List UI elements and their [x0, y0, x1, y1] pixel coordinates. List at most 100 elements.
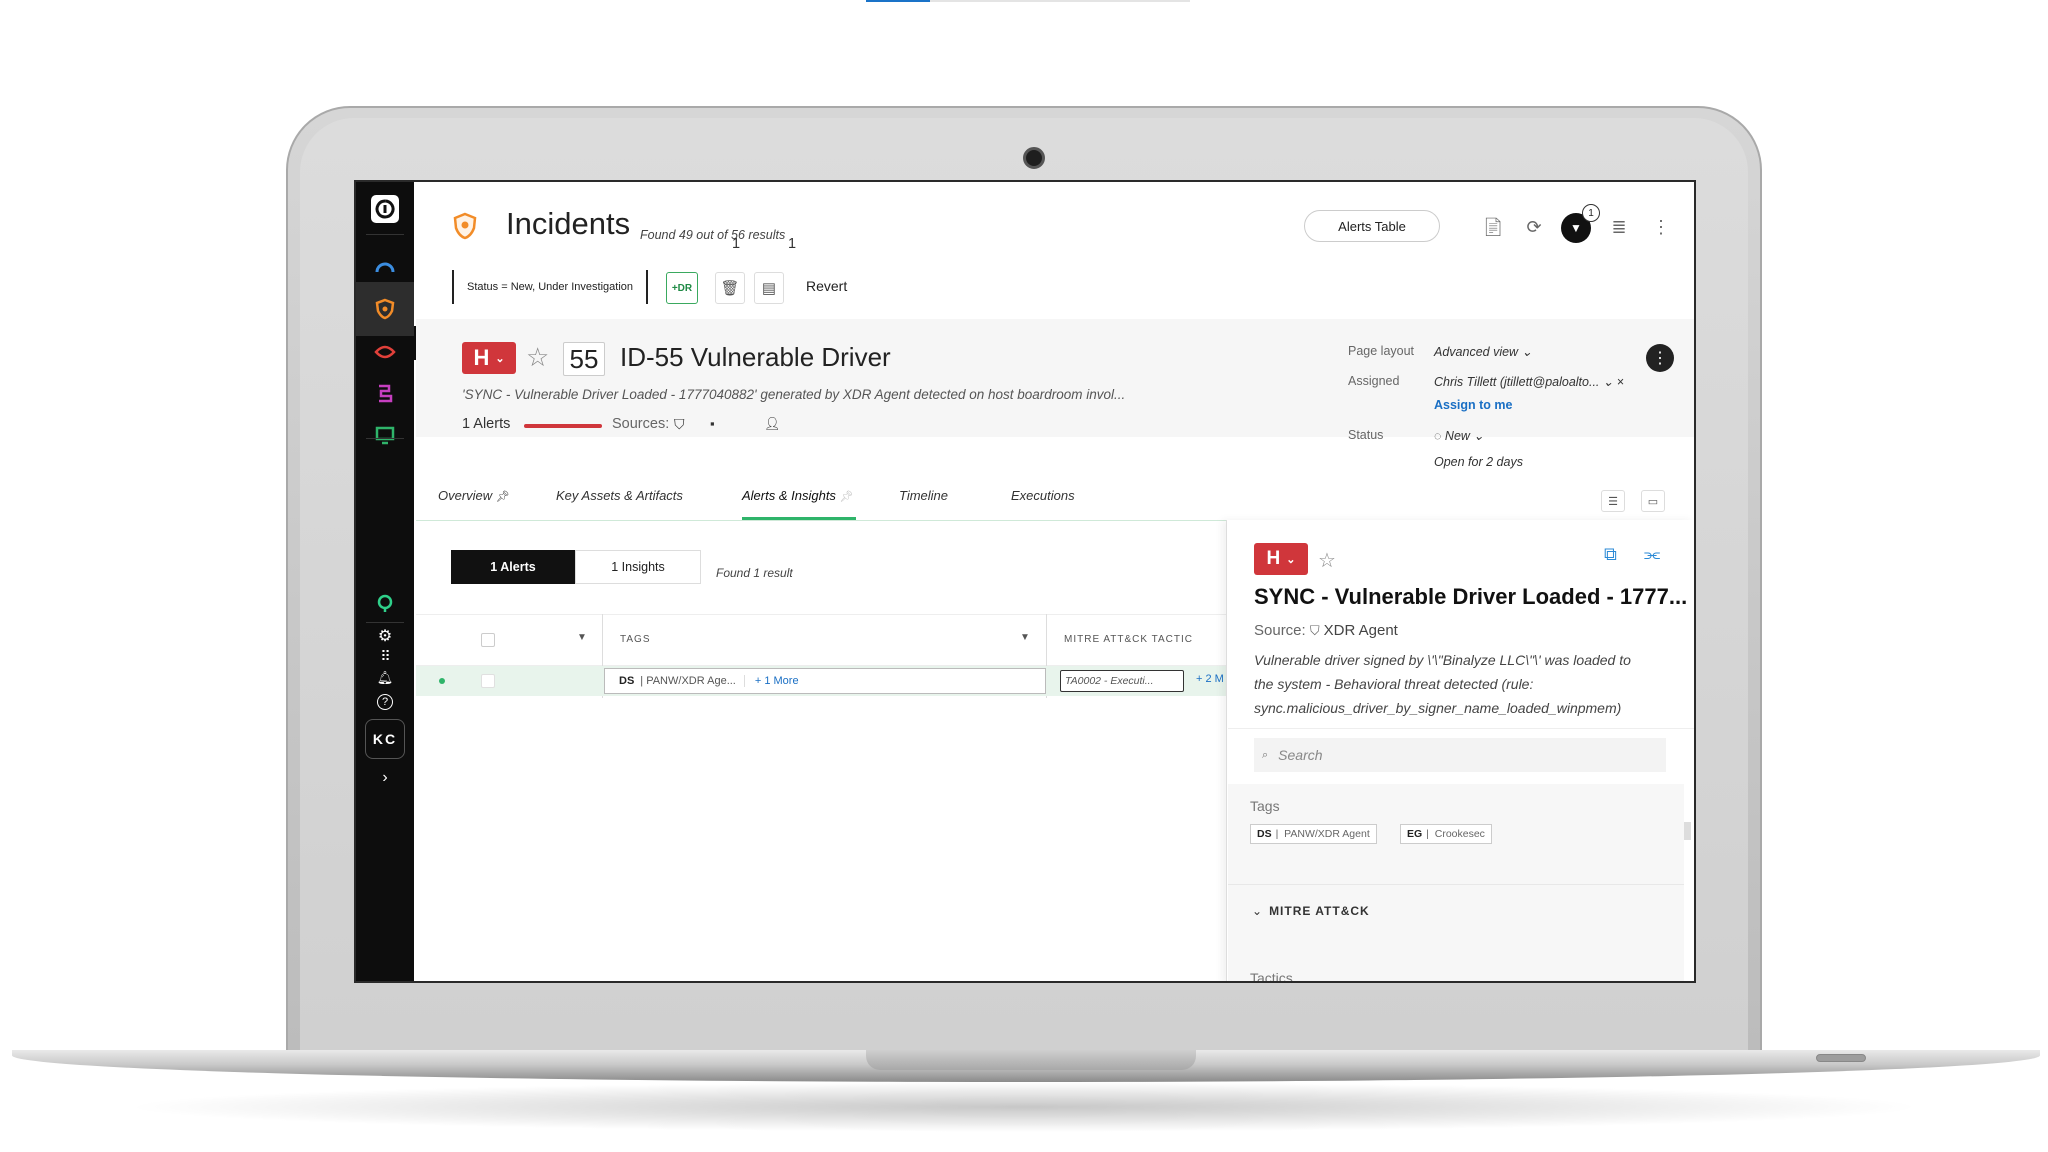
close-icon[interactable]: × — [1617, 375, 1624, 389]
filter-icon[interactable]: ▼ — [577, 632, 587, 643]
assign-to-me-link[interactable]: Assign to me — [1434, 398, 1513, 412]
tag-value: PANW/XDR Age... — [646, 675, 736, 687]
panel-severity-dropdown[interactable]: H ⌄ — [1254, 543, 1308, 575]
panel-scrollbar[interactable] — [1684, 822, 1691, 840]
panel-tag-chip: EG | Crookesec — [1400, 824, 1492, 844]
panel-description: Vulnerable driver signed by \'\"Binalyze… — [1254, 652, 1631, 716]
active-tab-indicator — [742, 517, 856, 520]
menu-lines-icon[interactable]: ≣ — [1606, 214, 1632, 240]
shield-icon: ⛉ — [1309, 623, 1320, 638]
laptop-base-slot — [1816, 1054, 1866, 1062]
chevron-down-icon: ⌄ — [1602, 375, 1614, 389]
incident-alerts-count: 1 Alerts — [462, 416, 511, 432]
panel-source-value: XDR Agent — [1323, 622, 1398, 639]
comment-icon: ▪ — [710, 416, 715, 431]
panel-search-input[interactable]: ⌕ Search — [1254, 738, 1666, 772]
panel-tag-value: Crookesec — [1434, 828, 1485, 840]
more-vertical-icon[interactable]: ⋮ — [1648, 214, 1674, 240]
insights-toggle[interactable]: 1 Insights — [575, 550, 701, 584]
save-icon[interactable]: ▤ — [754, 272, 784, 304]
panel-tag-chip: DS | PANW/XDR Agent — [1250, 824, 1377, 844]
page-layout-label: Page layout — [1348, 344, 1415, 358]
tag-key: DS — [619, 675, 635, 687]
screen-content: Incidents Found 49 out of 56 results Ale… — [356, 182, 1694, 983]
status-select[interactable]: ◌ New ⌄ — [1434, 428, 1484, 443]
page-title: Incidents — [506, 206, 631, 241]
select-all-checkbox[interactable] — [481, 633, 495, 647]
tab-timeline[interactable]: Timeline — [899, 488, 948, 503]
pin-icon: 📌︎ — [839, 491, 854, 503]
open-duration: Open for 2 days — [1434, 455, 1523, 469]
tab-alerts-insights[interactable]: Alerts & Insights 📌︎ — [742, 488, 854, 503]
comment-count: 1 — [732, 236, 741, 252]
panel-divider — [1228, 728, 1694, 729]
more-tactics-link[interactable]: + 2 M — [1196, 673, 1224, 685]
notification-badge: 1 — [1582, 204, 1600, 222]
alerts-found-count: Found 1 result — [716, 566, 793, 580]
row-tactic-cell[interactable]: TA0002 - Executi... — [1060, 670, 1184, 692]
panel-source-label: Source: — [1254, 622, 1306, 639]
copy-icon[interactable]: ⧉ — [1604, 544, 1617, 565]
search-placeholder: Search — [1278, 747, 1323, 763]
panel-tags-label: Tags — [1250, 798, 1280, 814]
search-icon: ⌕ — [1262, 748, 1269, 761]
column-header-tags[interactable]: TAGS — [620, 634, 650, 645]
column-header-mitre-tactic[interactable]: MITRE ATT&CK TACTIC — [1064, 634, 1193, 645]
filter-icon[interactable]: ▼ — [1020, 632, 1030, 643]
laptop-camera — [1023, 147, 1045, 169]
incident-actions-menu[interactable]: ⋮ — [1646, 344, 1674, 372]
tab-key-assets[interactable]: Key Assets & Artifacts — [556, 488, 683, 503]
status-new-icon: ◌ — [1434, 429, 1442, 443]
comments-panel-icon[interactable]: ▭ — [1641, 490, 1665, 512]
tab-overview[interactable]: Overview 📌︎ — [438, 488, 510, 503]
laptop-shadow — [120, 1082, 1928, 1132]
alerts-toggle[interactable]: 1 Alerts — [451, 550, 575, 584]
incidents-shield-icon — [452, 212, 478, 245]
source-shield-icon: ⛉ — [674, 416, 685, 432]
row-tags-cell[interactable]: DS | PANW/XDR Age... + 1 More — [604, 668, 1046, 694]
report-icon[interactable]: 📄︎ — [1480, 214, 1506, 240]
funnel-icon: ▼ — [1570, 221, 1582, 235]
incident-description: 'SYNC - Vulnerable Driver Loaded - 17770… — [462, 387, 1126, 402]
star-icon[interactable]: ☆ — [526, 342, 549, 373]
delete-icon[interactable]: 🗑︎ — [715, 272, 745, 304]
laptop-base-notch — [866, 1050, 1196, 1070]
assignee-value: Chris Tillett (jtillett@paloalto... — [1434, 375, 1600, 389]
tabs-divider — [416, 520, 1236, 521]
incident-number: 55 — [563, 342, 605, 376]
causality-tree-icon[interactable]: ⫘ — [1644, 544, 1660, 565]
incident-title: ID-55 Vulnerable Driver — [620, 342, 891, 372]
chevron-down-icon: ⌄ — [1521, 345, 1533, 359]
refresh-icon[interactable]: ⟳ — [1521, 214, 1547, 240]
panel-tag-key: DS — [1257, 828, 1272, 840]
xdr-button[interactable]: +DR — [666, 272, 698, 304]
page-layout-value: Advanced view — [1434, 345, 1519, 359]
alerts-severity-bar — [524, 424, 602, 428]
assigned-label: Assigned — [1348, 374, 1400, 388]
tag-chip: DS | PANW/XDR Age... — [619, 675, 745, 687]
row-checkbox[interactable] — [481, 674, 495, 688]
tab-overview-label: Overview — [438, 488, 493, 503]
star-icon[interactable]: ☆ — [1318, 548, 1336, 573]
chevron-down-icon: ⌄ — [1286, 553, 1296, 566]
chevron-down-icon: ⌄ — [495, 352, 505, 365]
panel-tactics-label: Tactics — [1250, 970, 1293, 983]
status-value: New — [1444, 429, 1470, 443]
severity-dropdown[interactable]: H ⌄ — [462, 342, 516, 374]
revert-button[interactable]: Revert — [806, 278, 847, 294]
page-layout-select[interactable]: Advanced view ⌄ — [1434, 344, 1532, 359]
tab-executions[interactable]: Executions — [1011, 488, 1075, 503]
list-view-icon[interactable]: ☰ — [1601, 490, 1625, 512]
more-tags-link[interactable]: + 1 More — [755, 675, 799, 687]
assignee-select[interactable]: Chris Tillett (jtillett@paloalto... ⌄ × — [1434, 374, 1624, 389]
page-progress-fill — [866, 0, 930, 2]
chevron-down-icon: ⌄ — [1473, 429, 1484, 443]
alerts-table-button[interactable]: Alerts Table — [1304, 210, 1440, 242]
mitre-section-toggle[interactable]: ⌄ MITRE ATT&CK — [1252, 904, 1370, 918]
status-filter-chip[interactable]: Status = New, Under Investigation — [452, 270, 648, 304]
tab-alerts-insights-label: Alerts & Insights — [742, 488, 836, 503]
more-vertical-icon: ⋮ — [1652, 350, 1668, 367]
user-count: 1 — [788, 236, 797, 252]
pin-icon: 📌︎ — [495, 491, 510, 503]
results-count: Found 49 out of 56 results — [640, 228, 786, 242]
